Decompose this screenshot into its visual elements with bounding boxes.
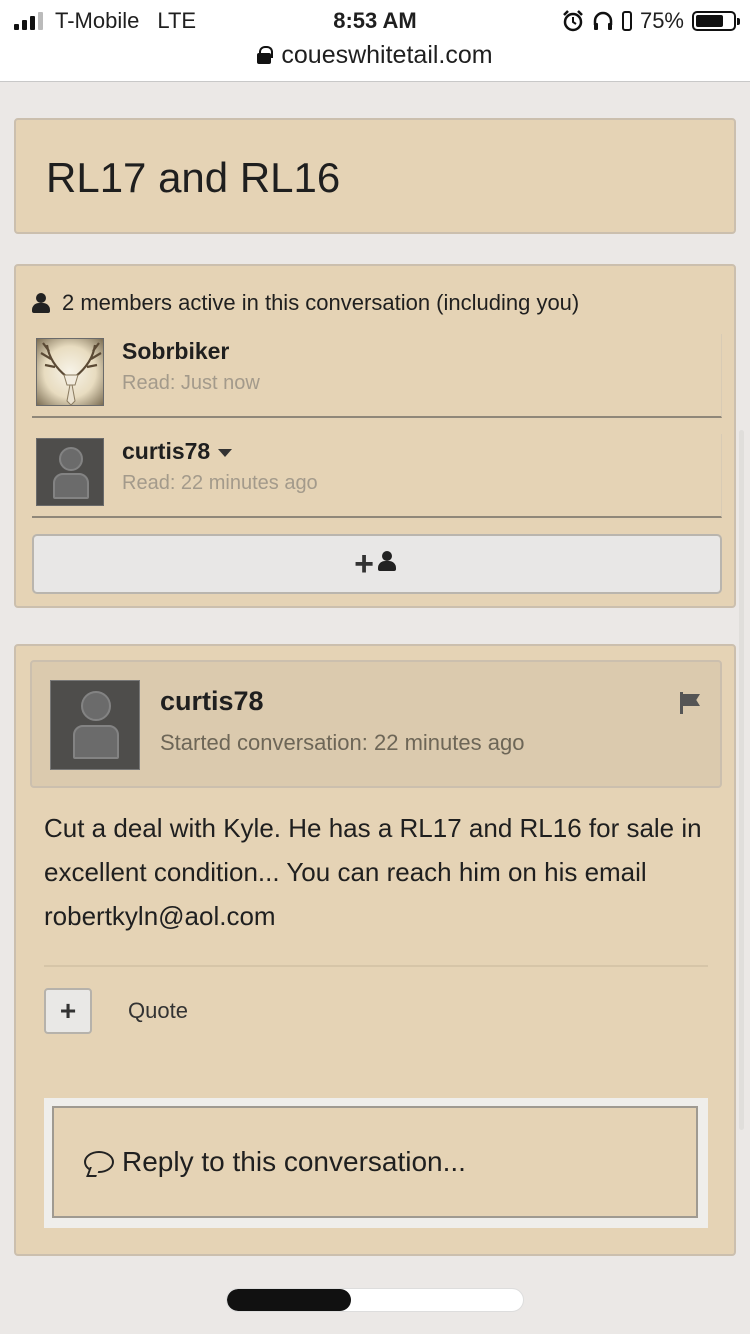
avatar[interactable] xyxy=(36,438,104,506)
member-item-sobrbiker[interactable]: Sobrbiker Read: Just now xyxy=(32,334,722,418)
message-author[interactable]: curtis78 xyxy=(160,686,264,717)
battery-icon xyxy=(692,11,740,31)
member-item-curtis78[interactable]: curtis78 Read: 22 minutes ago xyxy=(32,434,722,518)
url-domain[interactable]: coueswhitetail.com xyxy=(281,41,492,70)
message-header: curtis78 Started conversation: 22 minute… xyxy=(30,660,722,788)
lock-icon xyxy=(257,46,274,64)
carrier: T-Mobile xyxy=(55,8,140,33)
rotation-lock-icon xyxy=(621,11,632,31)
member-read-status: Read: 22 minutes ago xyxy=(122,472,318,494)
status-left: T-Mobile LTE xyxy=(14,6,196,36)
avatar[interactable] xyxy=(36,338,104,406)
page-title: RL17 and RL16 xyxy=(46,154,341,201)
member-name[interactable]: Sobrbiker xyxy=(122,338,229,365)
reading-progress-bar xyxy=(226,1288,524,1312)
status-right: 75% xyxy=(562,6,740,36)
flag-icon[interactable] xyxy=(678,692,702,716)
speech-bubble-icon xyxy=(84,1151,114,1173)
alarm-icon xyxy=(563,10,583,32)
member-read-status: Read: Just now xyxy=(122,372,260,394)
member-name[interactable]: curtis78 xyxy=(122,438,233,465)
plus-icon: + xyxy=(354,545,374,583)
person-icon xyxy=(377,551,400,577)
url-bar[interactable]: coueswhitetail.com xyxy=(0,38,750,72)
person-icon xyxy=(32,293,50,313)
chevron-down-icon[interactable] xyxy=(218,448,233,457)
avatar[interactable] xyxy=(50,680,140,770)
members-panel: 2 members active in this conversation (i… xyxy=(14,264,736,608)
headphones-icon xyxy=(593,11,613,30)
antler-skull-icon xyxy=(40,342,102,406)
member-name-text[interactable]: curtis78 xyxy=(122,438,210,464)
progress-fill xyxy=(227,1289,352,1311)
reply-placeholder[interactable]: Reply to this conversation... xyxy=(122,1146,466,1178)
reply-input[interactable]: Reply to this conversation... xyxy=(52,1106,698,1218)
message-body: Cut a deal with Kyle. He has a RL17 and … xyxy=(44,813,702,931)
quote-link[interactable]: Quote xyxy=(128,998,188,1024)
members-heading-text: 2 members active in this conversation (i… xyxy=(62,290,580,315)
expand-button[interactable]: + xyxy=(44,988,92,1034)
message-panel: curtis78 Started conversation: 22 minute… xyxy=(14,644,736,1256)
reply-container: Reply to this conversation... xyxy=(44,1098,708,1228)
divider xyxy=(44,965,708,967)
add-member-button[interactable]: + xyxy=(32,534,722,594)
network-type: LTE xyxy=(157,8,197,33)
scrollbar[interactable] xyxy=(739,430,744,1130)
status-bar: T-Mobile LTE 8:53 AM 75% coueswhitetail.… xyxy=(0,0,750,82)
conversation-title-panel: RL17 and RL16 xyxy=(14,118,736,234)
members-heading: 2 members active in this conversation (i… xyxy=(32,290,579,316)
signal-icon xyxy=(14,12,43,30)
battery-percent: 75% xyxy=(639,8,684,33)
message-timestamp: Started conversation: 22 minutes ago xyxy=(160,730,525,755)
